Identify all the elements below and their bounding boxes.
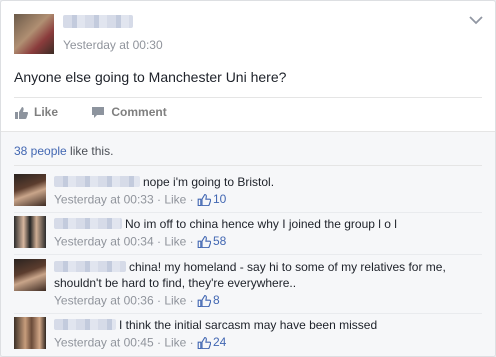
comments-section: 38 people like this. nope i'm going to B… — [1, 131, 495, 356]
meta-separator: · — [186, 192, 197, 207]
meta-separator: · — [153, 192, 165, 207]
divider — [14, 212, 482, 213]
likes-summary: 38 people like this. — [14, 144, 113, 158]
thumbs-up-icon — [15, 106, 28, 119]
commenter-name-redacted[interactable] — [54, 319, 116, 330]
divider — [14, 313, 482, 314]
divider — [14, 254, 482, 255]
comment-button-label: Comment — [111, 105, 167, 119]
comment-like-count[interactable]: 10 — [197, 191, 226, 207]
comment-like-link[interactable]: Like — [164, 193, 186, 207]
comment-like-count[interactable]: 58 — [197, 233, 226, 249]
comment-like-link[interactable]: Like — [164, 336, 186, 350]
thumbs-up-icon — [197, 336, 211, 349]
commenter-name-redacted[interactable] — [54, 176, 140, 187]
comment-bubble-icon — [92, 106, 105, 118]
post-text: Anyone else going to Manchester Uni here… — [14, 69, 287, 85]
thumbs-up-icon — [197, 235, 211, 248]
comment-body: nope i'm going to Bristol. Yesterday at … — [54, 174, 482, 208]
comment-like-count[interactable]: 8 — [197, 292, 220, 308]
meta-separator: · — [153, 293, 165, 308]
meta-separator: · — [186, 335, 197, 350]
like-button-label: Like — [34, 105, 59, 119]
like-count-value: 8 — [213, 293, 220, 307]
comment-meta: Yesterday at 00:33 · Like · 10 — [54, 191, 482, 208]
chevron-down-icon[interactable] — [469, 15, 483, 25]
post-actions: Like Comment — [14, 105, 197, 122]
thumbs-up-icon — [197, 193, 211, 206]
comment-meta: Yesterday at 00:45 · Like · 24 — [54, 334, 482, 351]
meta-separator: · — [153, 335, 165, 350]
comment-body: china! my homeland - say hi to some of m… — [54, 259, 482, 309]
comment-text: No im off to china hence why I joined th… — [125, 217, 397, 231]
commenter-avatar[interactable] — [14, 317, 46, 349]
like-count-value: 58 — [213, 234, 227, 248]
commenter-avatar[interactable] — [14, 216, 46, 248]
commenter-avatar[interactable] — [14, 174, 46, 206]
thumbs-up-icon — [197, 294, 211, 307]
like-button[interactable]: Like — [14, 105, 58, 119]
comment-text: nope i'm going to Bristol. — [143, 175, 275, 189]
comment-meta: Yesterday at 00:34 · Like · 58 — [54, 233, 482, 250]
likes-suffix: like this. — [66, 144, 114, 158]
likes-count-link[interactable]: 38 people — [14, 144, 67, 158]
comment-like-link[interactable]: Like — [164, 235, 186, 249]
meta-separator: · — [186, 234, 197, 249]
commenter-avatar[interactable] — [14, 259, 46, 291]
post-card: Yesterday at 00:30 Anyone else going to … — [0, 0, 496, 357]
post-timestamp[interactable]: Yesterday at 00:30 — [63, 38, 163, 52]
comment-time[interactable]: Yesterday at 00:45 — [54, 336, 154, 350]
like-count-value: 24 — [213, 335, 227, 349]
comment-meta: Yesterday at 00:36 · Like · 8 — [54, 292, 482, 309]
comment-button[interactable]: Comment — [91, 105, 167, 119]
comment-text: I think the initial sarcasm may have bee… — [119, 318, 378, 332]
comment-time[interactable]: Yesterday at 00:33 — [54, 193, 154, 207]
commenter-name-redacted[interactable] — [54, 218, 122, 229]
comment-time[interactable]: Yesterday at 00:34 — [54, 235, 154, 249]
comment-like-link[interactable]: Like — [164, 294, 186, 308]
divider — [14, 165, 482, 166]
comment-body: No im off to china hence why I joined th… — [54, 216, 482, 250]
meta-separator: · — [153, 234, 165, 249]
comment-like-count[interactable]: 24 — [197, 334, 226, 350]
like-count-value: 10 — [213, 192, 227, 206]
author-name-redacted[interactable] — [63, 15, 133, 28]
comment-time[interactable]: Yesterday at 00:36 — [54, 294, 154, 308]
author-avatar[interactable] — [14, 14, 54, 54]
commenter-name-redacted[interactable] — [54, 261, 126, 272]
divider — [14, 97, 482, 98]
comment-body: I think the initial sarcasm may have bee… — [54, 317, 482, 351]
meta-separator: · — [186, 293, 197, 308]
